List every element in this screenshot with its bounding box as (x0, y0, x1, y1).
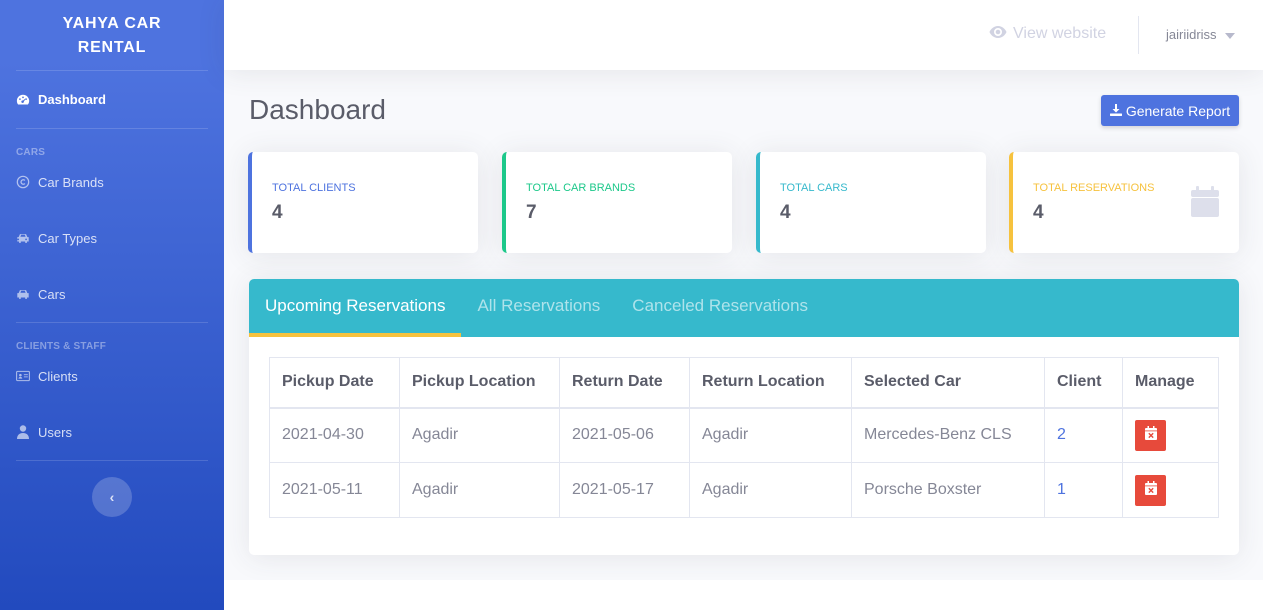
client-link[interactable]: 2 (1057, 426, 1066, 443)
stat-card-total-cars: TOTAL CARS 4 (756, 152, 986, 253)
topbar: View website jairiidriss (224, 0, 1263, 70)
brand-line-2: RENTAL (77, 39, 147, 56)
stat-label: TOTAL CARS (780, 182, 848, 194)
column-header-return-date: Return Date (559, 357, 690, 409)
sidebar: YAHYA CAR RENTAL Dashboard CARS Car Bran… (0, 0, 224, 610)
table-row: 2021-05-11 Agadir 2021-05-17 Agadir Pors… (269, 462, 1219, 518)
stat-card-total-car-brands: TOTAL CAR BRANDS 7 (502, 152, 732, 253)
sidebar-item-label: Cars (38, 286, 66, 302)
brand-line-1: YAHYA CAR (62, 15, 162, 32)
cell-return-date: 2021-05-06 (559, 407, 690, 463)
user-icon (16, 425, 30, 439)
reservations-table-wrapper: Pickup Date Pickup Location Return Date … (269, 357, 1219, 518)
column-header-selected-car: Selected Car (851, 357, 1045, 409)
stat-value: 4 (272, 202, 283, 223)
column-header-manage: Manage (1122, 357, 1219, 409)
tab-canceled-reservations[interactable]: Canceled Reservations (616, 279, 824, 337)
table-header-row: Pickup Date Pickup Location Return Date … (269, 357, 1219, 409)
cell-manage (1122, 462, 1219, 518)
generate-report-label: Generate Report (1125, 102, 1231, 119)
stat-card-total-clients: TOTAL CLIENTS 4 (248, 152, 478, 253)
cell-return-location: Agadir (689, 462, 852, 518)
cell-pickup-location: Agadir (399, 462, 560, 518)
cell-return-location: Agadir (689, 407, 852, 463)
tab-upcoming-reservations[interactable]: Upcoming Reservations (249, 279, 462, 337)
tachometer-icon (16, 93, 30, 107)
chevron-left-icon: ‹ (109, 489, 115, 505)
reservations-tabs: Upcoming Reservations All Reservations C… (249, 279, 1239, 337)
cell-pickup-location: Agadir (399, 407, 560, 463)
page-title: Dashboard (249, 94, 386, 125)
copyright-icon (16, 175, 30, 189)
cell-client: 1 (1044, 462, 1123, 518)
caret-down-icon (1224, 27, 1235, 42)
username: jairiidriss (1166, 27, 1217, 42)
footer (224, 580, 1263, 610)
view-website-link[interactable]: View website (989, 25, 1106, 43)
column-header-client: Client (1044, 357, 1123, 409)
stat-label: TOTAL RESERVATIONS (1033, 182, 1155, 194)
sidebar-item-label: Users (38, 424, 72, 440)
user-dropdown[interactable]: jairiidriss (1166, 27, 1235, 42)
stat-label: TOTAL CAR BRANDS (526, 182, 636, 194)
topbar-divider (1138, 16, 1139, 54)
stat-value: 4 (1033, 202, 1044, 223)
id-card-icon (16, 369, 30, 383)
reservations-table: Pickup Date Pickup Location Return Date … (269, 357, 1219, 518)
sidebar-toggle-button[interactable]: ‹ (92, 477, 132, 517)
sidebar-item-dashboard[interactable]: Dashboard (0, 71, 224, 128)
tab-all-reservations[interactable]: All Reservations (461, 279, 616, 337)
download-icon (1109, 103, 1122, 119)
sidebar-item-car-brands[interactable]: Car Brands (0, 154, 224, 210)
cancel-reservation-button[interactable] (1135, 419, 1166, 451)
sidebar-item-car-types[interactable]: Car Types (0, 210, 224, 266)
sidebar-divider (16, 460, 208, 461)
car-icon (16, 287, 30, 301)
cell-pickup-date: 2021-04-30 (269, 407, 400, 463)
stat-label: TOTAL CLIENTS (272, 182, 356, 194)
cell-return-date: 2021-05-17 (559, 462, 690, 518)
cell-manage (1122, 407, 1219, 463)
cell-client: 2 (1044, 407, 1123, 463)
sidebar-item-clients[interactable]: Clients (0, 348, 224, 404)
cell-pickup-date: 2021-05-11 (269, 462, 400, 518)
stat-card-total-reservations: TOTAL RESERVATIONS 4 (1009, 152, 1239, 253)
sidebar-item-label: Car Types (38, 230, 98, 246)
calendar-times-icon (1144, 425, 1157, 445)
cell-selected-car: Porsche Boxster (851, 462, 1045, 518)
calendar-icon (1191, 186, 1219, 222)
sidebar-item-label: Dashboard (38, 92, 106, 107)
cancel-reservation-button[interactable] (1135, 474, 1166, 506)
sidebar-item-users[interactable]: Users (0, 404, 224, 460)
column-header-return-location: Return Location (689, 357, 852, 409)
car-icon (16, 231, 30, 245)
sidebar-item-cars[interactable]: Cars (0, 266, 224, 322)
column-header-pickup-date: Pickup Date (269, 357, 400, 409)
view-website-label: View website (1013, 25, 1107, 42)
reservations-panel: Upcoming Reservations All Reservations C… (249, 279, 1239, 555)
eye-icon (989, 25, 1007, 43)
table-row: 2021-04-30 Agadir 2021-05-06 Agadir Merc… (269, 407, 1219, 463)
calendar-times-icon (1144, 480, 1157, 500)
stat-value: 7 (526, 202, 537, 223)
column-header-pickup-location: Pickup Location (399, 357, 560, 409)
sidebar-item-label: Clients (38, 368, 78, 384)
client-link[interactable]: 1 (1057, 481, 1066, 498)
sidebar-item-label: Car Brands (38, 174, 104, 190)
stat-value: 4 (780, 202, 791, 223)
brand-logo[interactable]: YAHYA CAR RENTAL (0, 0, 224, 70)
generate-report-button[interactable]: Generate Report (1101, 95, 1239, 126)
cell-selected-car: Mercedes-Benz CLS (851, 407, 1045, 463)
